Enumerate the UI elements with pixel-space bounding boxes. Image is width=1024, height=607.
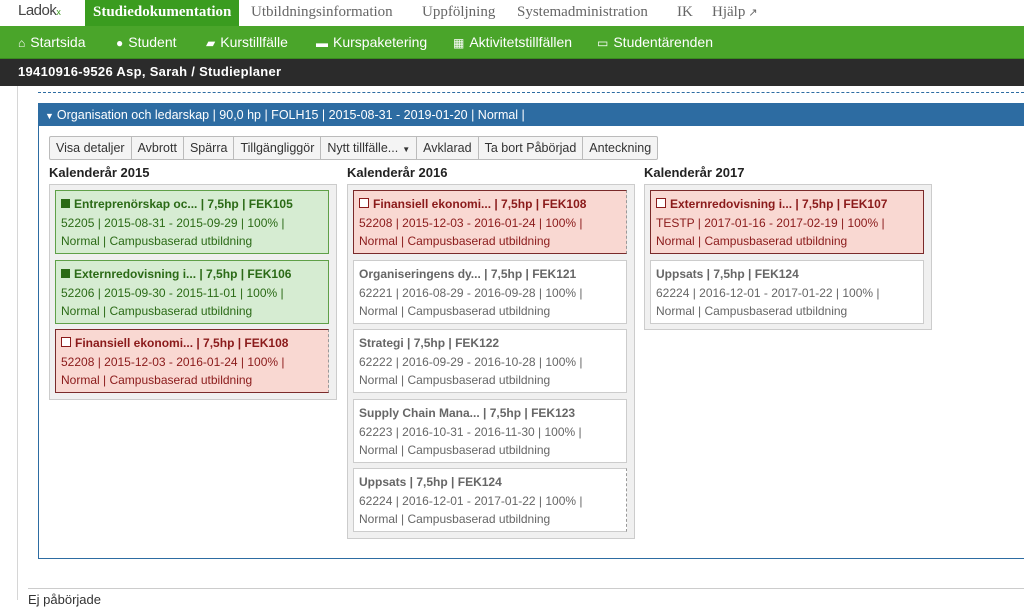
tab-utbildningsinformation[interactable]: Utbildningsinformation — [251, 0, 393, 26]
year-heading-2015: Kalenderår 2015 — [49, 165, 150, 180]
completed-square-icon — [61, 269, 70, 278]
course-card[interactable]: Organiseringens dy... | 7,5hp | FEK121 6… — [353, 260, 627, 324]
anteckning-button[interactable]: Anteckning — [583, 136, 659, 160]
course-card[interactable]: Supply Chain Mana... | 7,5hp | FEK123 62… — [353, 399, 627, 463]
nav-startsida[interactable]: ⌂ Startsida — [18, 26, 86, 58]
tab-systemadministration[interactable]: Systemadministration — [517, 0, 648, 26]
content-left-border — [17, 86, 18, 600]
year-heading-2016: Kalenderår 2016 — [347, 165, 448, 180]
external-link-icon: ↗ — [748, 7, 758, 19]
nav-studentarenden[interactable]: ▭ Studentärenden — [597, 26, 713, 58]
avklarad-button[interactable]: Avklarad — [417, 136, 479, 160]
nav-student[interactable]: ● Student — [116, 26, 177, 58]
program-panel-header[interactable]: ▼ Organisation och ledarskap | 90,0 hp | … — [39, 104, 1024, 126]
checkbox-icon — [359, 198, 369, 208]
folder-icon: ▬ — [316, 36, 328, 50]
divider — [38, 92, 1024, 93]
checkbox-icon — [61, 337, 71, 347]
student-breadcrumb: 19410916-9526 Asp, Sarah / Studieplaner — [18, 64, 282, 79]
nav-aktivitetstillfallen[interactable]: ▦ Aktivitetstillfällen — [453, 26, 572, 58]
checkbox-icon — [656, 198, 666, 208]
tab-hjalp[interactable]: Hjälp ↗ — [712, 0, 758, 26]
action-button-group: Visa detaljer Avbrott Spärra Tillgänglig… — [49, 136, 659, 160]
ta-bort-paborjad-button[interactable]: Ta bort Påbörjad — [478, 136, 584, 160]
book-icon: ▰ — [206, 36, 216, 50]
tab-studiedokumentation[interactable]: Studiedokumentation — [85, 0, 240, 26]
section-divider — [28, 588, 1024, 589]
caret-down-icon[interactable]: ▼ — [45, 105, 54, 127]
course-card[interactable]: Finansiell ekonomi... | 7,5hp | FEK108 5… — [55, 329, 329, 393]
program-panel: ▼ Organisation och ledarskap | 90,0 hp | … — [38, 103, 1024, 559]
inbox-icon: ▭ — [597, 36, 609, 50]
course-card[interactable]: Externredovisning i... | 7,5hp | FEK107 … — [650, 190, 924, 254]
nav-kurstillfalle[interactable]: ▰ Kurstillfälle — [206, 26, 288, 58]
visa-detaljer-button[interactable]: Visa detaljer — [49, 136, 132, 160]
user-icon: ● — [116, 36, 124, 50]
ladok-logo[interactable]: Ladokx — [18, 2, 61, 19]
course-card[interactable]: Uppsats | 7,5hp | FEK124 62224 | 2016-12… — [650, 260, 924, 324]
top-menu-bar: Ladokx Studiedokumentation Utbildningsin… — [0, 0, 1024, 26]
student-context-bar: 19410916-9526 Asp, Sarah / Studieplaner — [0, 59, 1024, 86]
course-card[interactable]: Entreprenörskap oc... | 7,5hp | FEK105 5… — [55, 190, 329, 254]
calendar-icon: ▦ — [453, 36, 465, 50]
sparra-button[interactable]: Spärra — [183, 136, 235, 160]
nytt-tillfalle-dropdown[interactable]: Nytt tillfälle... ▼ — [321, 136, 418, 160]
year-column-2015: Entreprenörskap oc... | 7,5hp | FEK105 5… — [49, 184, 337, 400]
course-card[interactable]: Externredovisning i... | 7,5hp | FEK106 … — [55, 260, 329, 324]
tab-uppfoljning[interactable]: Uppföljning — [422, 0, 495, 26]
course-card[interactable]: Finansiell ekonomi... | 7,5hp | FEK108 5… — [353, 190, 627, 254]
tillgangliggor-button[interactable]: Tillgängliggör — [234, 136, 322, 160]
main-nav-bar: ⌂ Startsida ● Student ▰ Kurstillfälle ▬ Kurs… — [0, 26, 1024, 59]
year-column-2016: Finansiell ekonomi... | 7,5hp | FEK108 5… — [347, 184, 635, 539]
tab-ik[interactable]: IK — [677, 0, 693, 26]
year-column-2017: Externredovisning i... | 7,5hp | FEK107 … — [644, 184, 932, 330]
course-card[interactable]: Strategi | 7,5hp | FEK122 62222 | 2016-0… — [353, 329, 627, 393]
home-icon: ⌂ — [18, 36, 26, 50]
caret-down-icon: ▼ — [402, 145, 411, 154]
completed-square-icon — [61, 199, 70, 208]
nav-kurspaketering[interactable]: ▬ Kurspaketering — [316, 26, 427, 58]
avbrott-button[interactable]: Avbrott — [131, 136, 184, 160]
year-heading-2017: Kalenderår 2017 — [644, 165, 745, 180]
course-card[interactable]: Uppsats | 7,5hp | FEK124 62224 | 2016-12… — [353, 468, 627, 532]
